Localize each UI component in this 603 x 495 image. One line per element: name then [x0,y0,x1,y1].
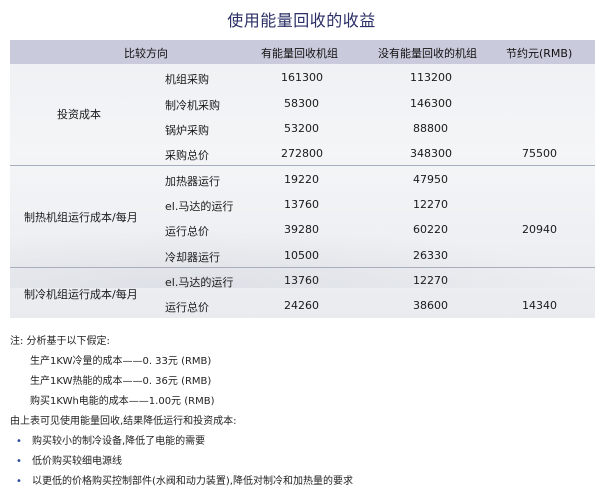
bullet-item: • 购买较小的制冷设备,降低了电能的需要 [10,432,353,452]
row-without: 60220 [413,223,448,236]
bullet-icon: • [16,456,22,467]
page-title: 使用能量回收的收益 [227,11,376,30]
row-saving: 14340 [522,299,557,312]
row-item: 机组采购 [165,73,209,86]
group-label-heating: 制热机组运行成本/每月 [24,211,138,224]
notes-section: 注: 分析基于以下假定: 生产1KW冷量的成本——0. 33元 (RMB) 生产… [10,332,353,492]
row-item: 锅炉采购 [165,124,209,137]
row-without: 12270 [413,274,448,287]
row-without: 38600 [413,299,448,312]
row-item: el.马达的运行 [165,200,234,213]
row-with: 13760 [284,198,319,211]
group-label-investment: 投资成本 [57,108,101,121]
row-item: 冷却器运行 [165,251,220,264]
row-with: 58300 [284,97,319,110]
row-with: 161300 [281,71,323,84]
bullet-icon: • [16,476,22,487]
row-with: 13760 [284,274,319,287]
assumption-line: 生产1KW冷量的成本——0. 33元 (RMB) [30,356,212,367]
group-label-cooling: 制冷机组运行成本/每月 [24,288,138,301]
row-saving: 20940 [522,223,557,236]
notes-conclusion: 由上表可见使用能量回收,结果降低运行和投资成本: [10,416,237,427]
row-with: 53200 [284,122,319,135]
row-item: 加热器运行 [165,175,220,188]
bullet-text: 购买较小的制冷设备,降低了电能的需要 [32,436,206,447]
row-item: 采购总价 [165,149,209,162]
row-without: 12270 [413,198,448,211]
group-divider [10,267,595,268]
header-comparison: 比较方向 [124,47,168,60]
notes-intro: 注: 分析基于以下假定: [10,336,110,347]
row-item: 运行总价 [165,301,209,314]
row-with: 39280 [284,223,319,236]
bullet-text: 以更低的价格购买控制部件(水阀和动力装置),降低对制冷和加热量的要求 [32,476,353,487]
row-without: 47950 [413,173,448,186]
bullet-item: • 以更低的价格购买控制部件(水阀和动力装置),降低对制冷和加热量的要求 [10,472,353,492]
row-with: 272800 [281,147,323,160]
row-with: 24260 [284,299,319,312]
row-with: 10500 [284,249,319,262]
assumption-line: 生产1KW热能的成本——0. 36元 (RMB) [30,376,212,387]
row-item: 运行总价 [165,225,209,238]
row-without: 88800 [413,122,448,135]
row-item: el.马达的运行 [165,276,234,289]
bullet-icon: • [16,436,22,447]
row-with: 19220 [284,173,319,186]
header-with-recovery: 有能量回收机组 [261,47,338,60]
header-without-recovery: 没有能量回收的机组 [378,47,477,60]
bullet-item: • 低价购买较细电源线 [10,452,353,472]
row-without: 348300 [410,147,452,160]
savings-table: 比较方向 有能量回收机组 没有能量回收的机组 节约元(RMB) 投资成本 机组采… [10,40,595,318]
row-without: 113200 [410,71,452,84]
row-without: 26330 [413,249,448,262]
group-divider [10,165,595,166]
row-saving: 75500 [522,147,557,160]
bullet-text: 低价购买较细电源线 [32,456,122,467]
row-item: 制冷机采购 [165,99,220,112]
assumption-line: 购买1KWh电能的成本——1.00元 (RMB) [30,396,215,407]
header-saving: 节约元(RMB) [506,47,573,60]
table-header: 比较方向 有能量回收机组 没有能量回收的机组 节约元(RMB) [10,40,595,64]
row-without: 146300 [410,97,452,110]
